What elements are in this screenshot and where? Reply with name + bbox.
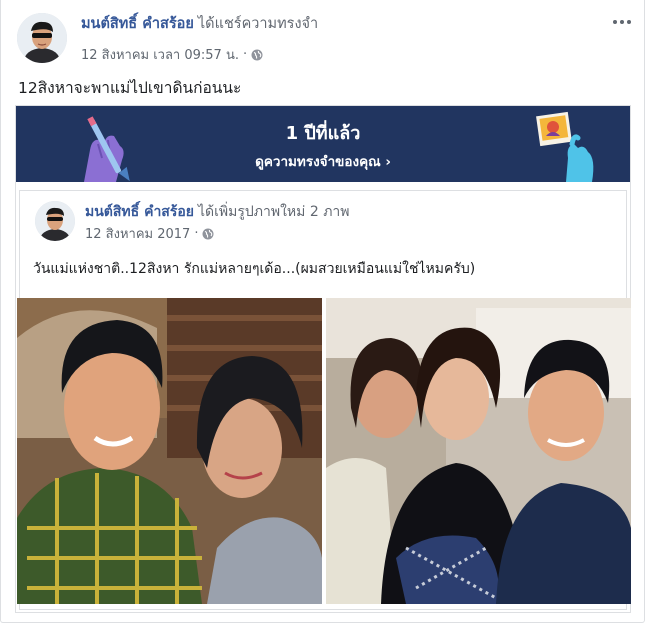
photo-2[interactable] <box>326 298 631 604</box>
memory-banner[interactable]: 1 ปีที่แล้ว ดูความทรงจำของคุณ › <box>16 106 630 182</box>
post-meta: 12 สิงหาคม เวลา 09:57 น. · <box>81 44 263 65</box>
globe-icon[interactable] <box>202 228 214 240</box>
photo-1[interactable] <box>17 298 322 604</box>
shared-post-meta: 12 สิงหาคม 2017 · <box>85 223 214 244</box>
memory-card: 1 ปีที่แล้ว ดูความทรงจำของคุณ › มนต์สิทธ… <box>15 105 631 613</box>
post-action-text: ได้แชร์ความทรงจำ <box>197 16 319 32</box>
author-name-link[interactable]: มนต์สิทธิ์ คำสร้อย <box>81 16 194 32</box>
shared-post: มนต์สิทธิ์ คำสร้อย ได้เพิ่มรูปภาพใหม่ 2 ภ… <box>17 190 631 610</box>
see-memories-label[interactable]: ดูความทรงจำของคุณ <box>255 154 381 170</box>
post-header-title: มนต์สิทธิ์ คำสร้อย ได้แชร์ความทรงจำ <box>81 12 318 35</box>
shared-author-name-link[interactable]: มนต์สิทธิ์ คำสร้อย <box>85 204 194 220</box>
post-text: 12สิงหาจะพาแม่ไปเขาดินก่อนนะ <box>18 79 242 97</box>
shared-post-timestamp[interactable]: 12 สิงหาคม 2017 <box>85 223 190 244</box>
more-options-icon[interactable] <box>609 12 635 32</box>
meta-separator: · <box>242 47 248 62</box>
photo-hand-icon <box>526 108 606 182</box>
chevron-right-icon: › <box>385 154 391 170</box>
shared-post-action-text: ได้เพิ่มรูปภาพใหม่ 2 ภาพ <box>198 204 350 220</box>
shared-post-header-title: มนต์สิทธิ์ คำสร้อย ได้เพิ่มรูปภาพใหม่ 2 ภ… <box>85 201 350 223</box>
shared-post-text: วันแม่แห่งชาติ..12สิงหา รักแม่หลายๆเด้อ.… <box>33 261 476 277</box>
author-avatar[interactable] <box>17 13 67 63</box>
globe-icon[interactable] <box>251 49 263 61</box>
post-timestamp[interactable]: 12 สิงหาคม เวลา 09:57 น. <box>81 44 239 65</box>
facebook-post: มนต์สิทธิ์ คำสร้อย ได้แชร์ความทรงจำ 12 สิ… <box>0 0 645 623</box>
shared-author-avatar[interactable] <box>35 201 75 241</box>
shared-meta-separator: · <box>194 226 199 241</box>
